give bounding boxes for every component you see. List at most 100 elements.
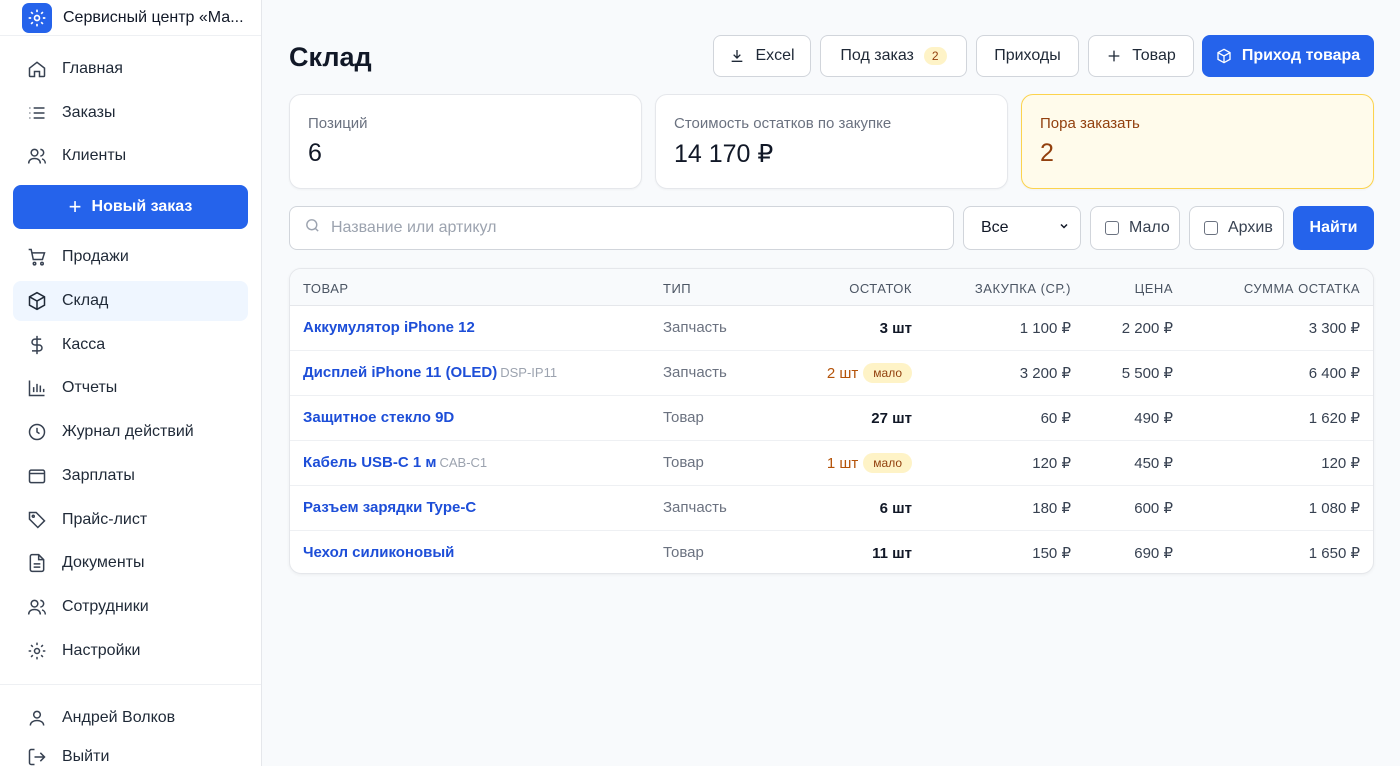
col-sum[interactable]: СУММА ОСТАТКА <box>1244 281 1360 296</box>
sidebar-item-orders[interactable]: Заказы <box>13 93 248 133</box>
sidebar-item-warehouse[interactable]: Склад <box>13 281 248 321</box>
table-row[interactable]: Чехол силиконовый Товар 11 шт 150 ₽ 690 … <box>290 531 1373 573</box>
product-link[interactable]: Дисплей iPhone 11 (OLED) DSP-IP11 <box>303 364 557 381</box>
stock-qty: 2 шт мало <box>827 361 912 385</box>
stock-qty: 27 шт <box>871 409 912 427</box>
purchase-price: 3 200 ₽ <box>1019 365 1071 382</box>
sidebar-item-salaries[interactable]: Зарплаты <box>13 456 248 496</box>
sale-price: 2 200 ₽ <box>1121 320 1173 337</box>
search-field[interactable] <box>289 206 954 250</box>
stock-sum: 1 620 ₽ <box>1308 410 1360 427</box>
stat-value: 6 <box>308 139 322 167</box>
product-link[interactable]: Защитное стекло 9D <box>303 409 454 426</box>
low-stock-badge: мало <box>863 453 912 473</box>
document-icon <box>26 552 48 574</box>
product-type: Товар <box>663 544 704 561</box>
sidebar-item-employees[interactable]: Сотрудники <box>13 587 248 627</box>
users-icon <box>26 145 48 167</box>
sidebar-item-label: Зарплаты <box>62 467 135 484</box>
table-row[interactable]: Аккумулятор iPhone 12 Запчасть 3 шт 1 10… <box>290 306 1373 351</box>
purchase-price: 120 ₽ <box>1032 455 1071 472</box>
sidebar-item-home[interactable]: Главная <box>13 49 248 89</box>
preorder-count-badge: 2 <box>923 47 947 65</box>
wallet-icon <box>26 465 48 487</box>
stat-label: Позиций <box>308 115 368 132</box>
stat-reorder[interactable]: Пора заказать 2 <box>1021 94 1374 189</box>
checkbox-icon[interactable] <box>1105 221 1119 235</box>
sidebar-item-cashbox[interactable]: Касса <box>13 325 248 365</box>
download-icon <box>729 48 745 64</box>
col-product[interactable]: ТОВАР <box>303 281 349 296</box>
product-link[interactable]: Разъем зарядки Type-C <box>303 499 476 516</box>
add-product-label: Товар <box>1132 47 1176 64</box>
col-stock[interactable]: ОСТАТОК <box>849 281 912 296</box>
cart-icon <box>26 246 48 268</box>
preorder-button[interactable]: Под заказ 2 <box>820 35 967 77</box>
page-title: Склад <box>289 42 372 72</box>
arrivals-label: Приходы <box>994 47 1061 64</box>
new-order-label: Новый заказ <box>91 198 193 215</box>
purchase-price: 1 100 ₽ <box>1019 320 1071 337</box>
sidebar-item-documents[interactable]: Документы <box>13 543 248 583</box>
product-link[interactable]: Кабель USB-C 1 м CAB-C1 <box>303 454 487 471</box>
add-product-button[interactable]: Товар <box>1088 35 1194 77</box>
sidebar-item-label: Продажи <box>62 248 129 265</box>
sidebar-item-label: Касса <box>62 336 106 353</box>
sidebar-item-clients[interactable]: Клиенты <box>13 136 248 176</box>
find-button[interactable]: Найти <box>1293 206 1374 250</box>
logout-label: Выйти <box>62 748 110 765</box>
col-purchase[interactable]: ЗАКУПКА (СР.) <box>975 281 1071 296</box>
product-type: Товар <box>663 409 704 426</box>
user-name: Андрей Волков <box>62 709 176 726</box>
table-header: ТОВАР ТИП ОСТАТОК ЗАКУПКА (СР.) ЦЕНА СУМ… <box>290 269 1373 306</box>
sidebar-item-reports[interactable]: Отчеты <box>13 368 248 408</box>
sidebar-item-price-list[interactable]: Прайс-лист <box>13 500 248 540</box>
preorder-label: Под заказ <box>840 47 914 64</box>
export-excel-button[interactable]: Excel <box>713 35 811 77</box>
logout-button[interactable]: Выйти <box>13 737 248 766</box>
user-icon <box>26 707 48 729</box>
low-stock-checkbox[interactable]: Мало <box>1090 206 1180 250</box>
sidebar-item-label: Журнал действий <box>62 423 194 440</box>
stock-sum: 6 400 ₽ <box>1308 365 1360 382</box>
low-stock-label: Мало <box>1129 219 1170 236</box>
goods-receipt-label: Приход товара <box>1241 47 1361 64</box>
sidebar-item-label: Главная <box>62 60 123 77</box>
sidebar-item-activity-log[interactable]: Журнал действий <box>13 412 248 452</box>
search-input[interactable] <box>331 219 931 237</box>
stock-qty: 6 шт <box>879 499 912 517</box>
product-link[interactable]: Чехол силиконовый <box>303 544 454 561</box>
box-icon <box>1216 48 1232 64</box>
stock-qty: 3 шт <box>879 319 912 337</box>
sidebar-item-settings[interactable]: Настройки <box>13 631 248 671</box>
sidebar: Сервисный центр «Ма... Главная Заказы Кл… <box>0 0 262 766</box>
sidebar-item-label: Заказы <box>62 104 116 121</box>
sale-price: 600 ₽ <box>1134 500 1173 517</box>
brand: Сервисный центр «Ма... <box>0 0 261 36</box>
arrivals-button[interactable]: Приходы <box>976 35 1079 77</box>
new-order-button[interactable]: + Новый заказ <box>13 185 248 229</box>
col-type[interactable]: ТИП <box>663 281 691 296</box>
stock-sum: 3 300 ₽ <box>1308 320 1360 337</box>
table-row[interactable]: Кабель USB-C 1 м CAB-C1 Товар 1 шт мало 12… <box>290 441 1373 486</box>
sale-price: 5 500 ₽ <box>1121 365 1173 382</box>
archive-checkbox[interactable]: Архив <box>1189 206 1284 250</box>
sidebar-item-sales[interactable]: Продажи <box>13 237 248 277</box>
goods-receipt-button[interactable]: Приход товара <box>1202 35 1374 77</box>
sidebar-item-label: Документы <box>62 554 145 571</box>
type-select-value: Все <box>981 219 1009 236</box>
table-row[interactable]: Дисплей iPhone 11 (OLED) DSP-IP11 Запчаст… <box>290 351 1373 396</box>
type-select[interactable]: Все <box>963 206 1081 250</box>
purchase-price: 150 ₽ <box>1032 545 1071 562</box>
low-stock-badge: мало <box>863 363 912 383</box>
product-link[interactable]: Аккумулятор iPhone 12 <box>303 319 475 336</box>
bar-chart-icon <box>26 377 48 399</box>
col-price[interactable]: ЦЕНА <box>1135 281 1173 296</box>
search-icon <box>304 217 321 239</box>
checkbox-icon[interactable] <box>1204 221 1218 235</box>
table-row[interactable]: Защитное стекло 9D Товар 27 шт 60 ₽ 490 … <box>290 396 1373 441</box>
table-row[interactable]: Разъем зарядки Type-C Запчасть 6 шт 180 … <box>290 486 1373 531</box>
stock-sum: 1 080 ₽ <box>1308 500 1360 517</box>
chevron-down-icon <box>1058 219 1070 237</box>
user-profile[interactable]: Андрей Волков <box>13 698 248 738</box>
